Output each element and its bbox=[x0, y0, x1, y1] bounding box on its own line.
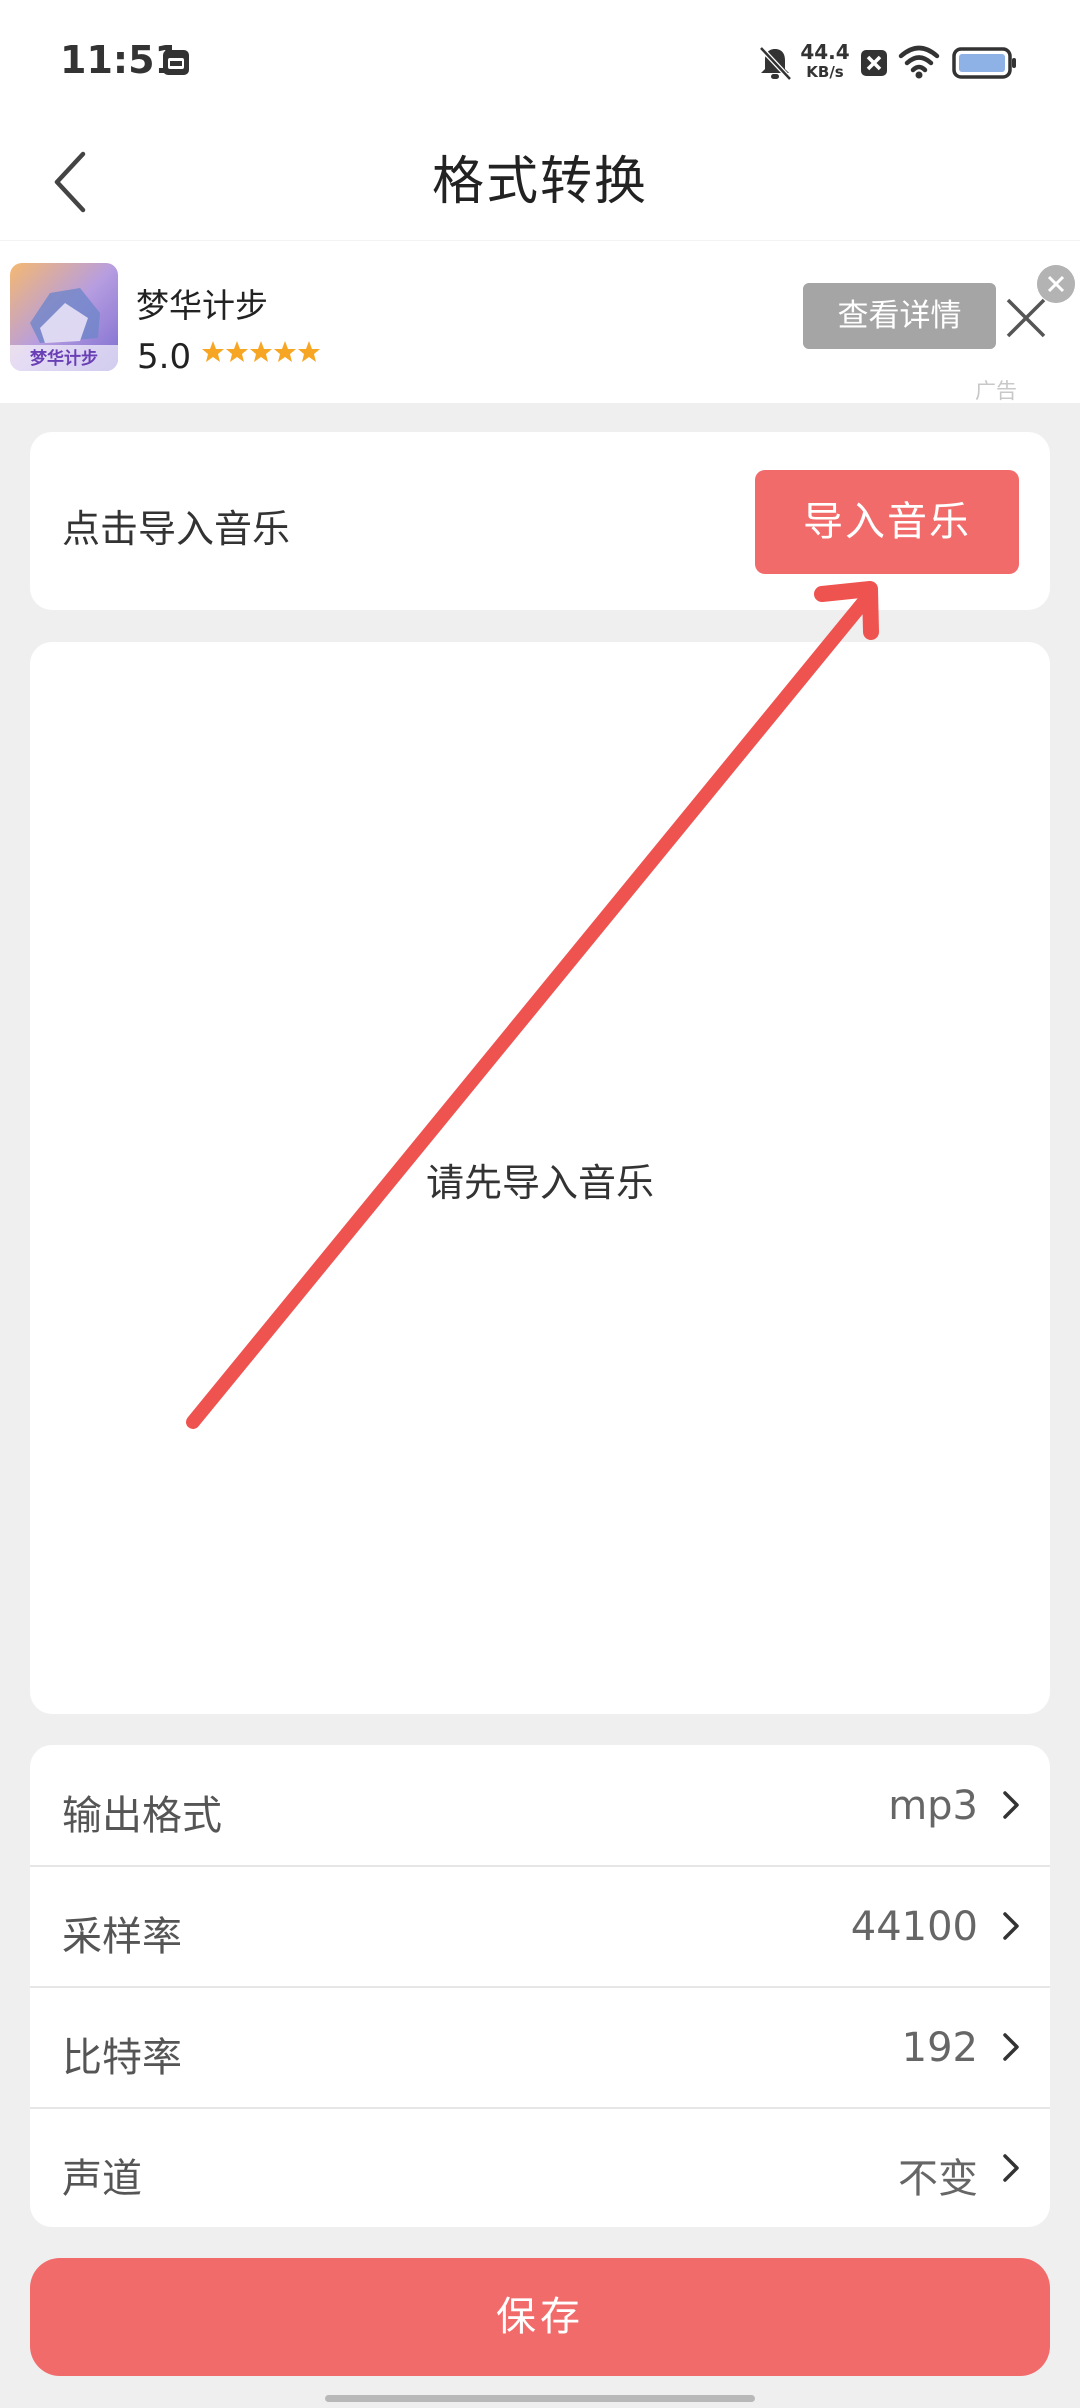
chevron-right-icon bbox=[1003, 2033, 1019, 2061]
app-logo: 梦华计步 bbox=[10, 263, 118, 371]
save-button[interactable]: 保存 bbox=[30, 2258, 1050, 2376]
setting-row-bit-rate[interactable]: 比特率 192 bbox=[30, 1987, 1050, 2107]
ad-rating: 5.0 bbox=[137, 337, 192, 377]
settings-list: 输出格式 mp3 采样率 44100 比特率 192 声道 不变 bbox=[30, 1745, 1050, 2227]
empty-state-message: 请先导入音乐 bbox=[425, 1161, 654, 1205]
setting-label: 输出格式 bbox=[62, 1793, 222, 1839]
ad-label: 广告 bbox=[975, 379, 1017, 403]
setting-value: mp3 bbox=[888, 1783, 978, 1829]
setting-row-sample-rate[interactable]: 采样率 44100 bbox=[30, 1866, 1050, 1986]
close-icon[interactable] bbox=[1003, 295, 1049, 341]
calendar-icon bbox=[163, 50, 189, 75]
setting-value: 44100 bbox=[850, 1904, 978, 1950]
network-speed: 44.4 KB/s bbox=[800, 42, 850, 82]
battery-icon bbox=[952, 47, 1016, 79]
bell-muted-icon bbox=[759, 46, 792, 81]
network-speed-unit: KB/s bbox=[806, 63, 844, 81]
chevron-right-icon bbox=[1003, 1791, 1019, 1819]
import-music-button[interactable]: 导入音乐 bbox=[755, 470, 1019, 574]
setting-label: 声道 bbox=[62, 2156, 142, 2202]
network-speed-value: 44.4 bbox=[800, 40, 850, 64]
app-logo-text: 梦华计步 bbox=[30, 348, 98, 369]
setting-value: 192 bbox=[901, 2025, 978, 2071]
audio-content-area: 请先导入音乐 bbox=[30, 642, 1050, 1714]
setting-label: 采样率 bbox=[62, 1914, 182, 1960]
chevron-right-icon bbox=[1003, 2154, 1019, 2182]
rating-stars-icon bbox=[202, 341, 320, 362]
status-bar: 11:51 44.4 KB/s bbox=[0, 0, 1080, 130]
ad-app-name: 梦华计步 bbox=[136, 286, 268, 325]
dismiss-ad-icon[interactable] bbox=[1037, 265, 1075, 303]
home-indicator bbox=[325, 2395, 755, 2402]
setting-value: 不变 bbox=[898, 2156, 978, 2202]
import-card: 点击导入音乐 导入音乐 bbox=[30, 432, 1050, 610]
import-prompt: 点击导入音乐 bbox=[62, 507, 291, 551]
setting-row-channel[interactable]: 声道 不变 bbox=[30, 2108, 1050, 2227]
page-title: 格式转换 bbox=[431, 152, 648, 212]
wifi-icon bbox=[898, 45, 940, 79]
setting-row-output-format[interactable]: 输出格式 mp3 bbox=[30, 1745, 1050, 1865]
ad-banner[interactable]: 梦华计步 梦华计步 5.0 查看详情 广告 bbox=[0, 240, 1080, 403]
setting-label: 比特率 bbox=[62, 2035, 182, 2081]
top-app-bar: 格式转换 bbox=[0, 130, 1080, 240]
no-sim-icon bbox=[861, 50, 887, 76]
view-details-button[interactable]: 查看详情 bbox=[803, 283, 996, 349]
chevron-right-icon bbox=[1003, 1912, 1019, 1940]
